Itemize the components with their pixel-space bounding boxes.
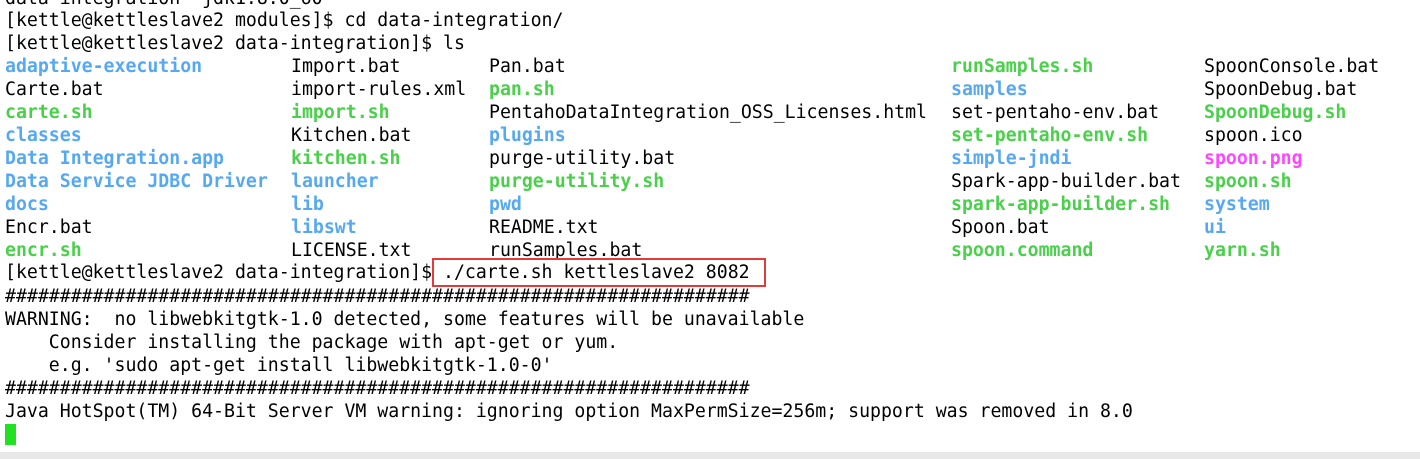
ls-entry: purge-utility.sh (489, 171, 665, 192)
ls-entry: spoon.command (951, 240, 1094, 261)
ls-entry: PentahoDataIntegration_OSS_Licenses.html (489, 102, 927, 123)
terminal-cursor (5, 424, 16, 445)
ls-entry: spark-app-builder.sh (951, 194, 1170, 215)
ls-entry: spoon.sh (1204, 171, 1292, 192)
ls-entry: classes (5, 125, 82, 146)
ls-entry: pan.sh (489, 79, 555, 100)
prompt-text: [kettle@kettleslave2 data-integration]$ (5, 262, 443, 283)
terminal-window[interactable]: data-integration jdk1.8.0_60 [kettle@ket… (0, 0, 1420, 459)
hash-separator-top: ########################################… (5, 286, 750, 307)
ls-entry: simple-jndi (951, 148, 1072, 169)
ls-entry: launcher (291, 171, 379, 192)
ls-entry: Import.bat (291, 56, 401, 77)
ls-entry: README.txt (489, 217, 599, 238)
ls-entry: set-pentaho-env.sh (951, 125, 1149, 146)
ls-entry: set-pentaho-env.bat (951, 102, 1160, 123)
ls-entry: libswt (291, 217, 357, 238)
consider-line: Consider installing the package with apt… (5, 332, 619, 353)
prompt-ls-line: [kettle@kettleslave2 data-integration]$ … (5, 33, 465, 54)
ls-entry: SpoonDebug.bat (1204, 79, 1358, 100)
ls-entry: plugins (489, 125, 566, 146)
ls-entry: Encr.bat (5, 217, 93, 238)
ls-entry: import.sh (291, 102, 390, 123)
ls-entry: system (1204, 194, 1270, 215)
ls-entry: Carte.bat (5, 79, 104, 100)
ls-entry: Spark-app-builder.bat (951, 171, 1181, 192)
ls-entry: samples (951, 79, 1028, 100)
ls-entry: carte.sh (5, 102, 93, 123)
ls-entry: LICENSE.txt (291, 240, 412, 261)
ls-entry: Data Service JDBC Driver (5, 171, 268, 192)
ls-entry: pwd (489, 194, 522, 215)
ls-entry: Pan.bat (489, 56, 566, 77)
ls-entry: purge-utility.bat (489, 148, 676, 169)
ls-entry: spoon.png (1204, 148, 1303, 169)
ls-entry: SpoonDebug.sh (1204, 102, 1347, 123)
ls-entry: runSamples.sh (951, 56, 1094, 77)
ls-entry: spoon.ico (1204, 125, 1303, 146)
java-warning-line: Java HotSpot(TM) 64-Bit Server VM warnin… (5, 401, 1133, 422)
ls-entry: kitchen.sh (291, 148, 401, 169)
hash-separator-bottom: ########################################… (5, 378, 750, 399)
horizontal-scrollbar[interactable] (0, 452, 1420, 459)
ls-entry: SpoonConsole.bat (1204, 56, 1380, 77)
ls-entry: encr.sh (5, 240, 82, 261)
ls-entry: Kitchen.bat (291, 125, 412, 146)
ls-entry: import-rules.xml (291, 79, 467, 100)
ls-entry: Data Integration.app (5, 148, 224, 169)
ls-entry: ui (1204, 217, 1226, 238)
ls-entry: Spoon.bat (951, 217, 1050, 238)
command-highlight-box (432, 258, 766, 287)
warning-line: WARNING: no libwebkitgtk-1.0 detected, s… (5, 309, 805, 330)
example-command-line: e.g. 'sudo apt-get install libwebkitgtk-… (5, 355, 553, 376)
ls-entry: docs (5, 194, 49, 215)
ls-entry: yarn.sh (1204, 240, 1281, 261)
prompt-cd-line: [kettle@kettleslave2 modules]$ cd data-i… (5, 10, 564, 31)
ls-entry: adaptive-execution (5, 56, 203, 77)
ls-entry: lib (291, 194, 324, 215)
